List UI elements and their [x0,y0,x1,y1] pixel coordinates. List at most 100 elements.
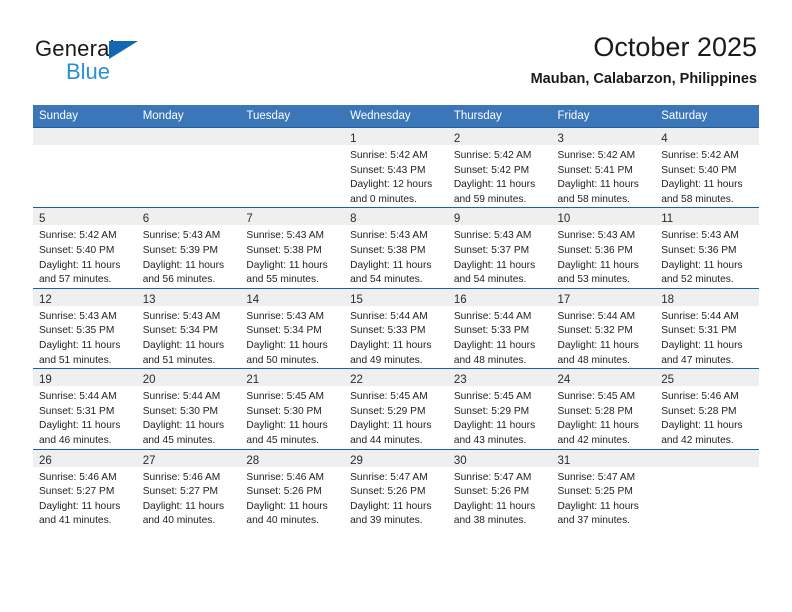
calendar-day-cell[interactable]: 9 Sunrise: 5:43 AM Sunset: 5:37 PM Daylight… [447,207,552,289]
calendar-day-cell[interactable]: 28 Sunrise: 5:46 AM Sunset: 5:26 PM Dayligh… [240,448,345,529]
day-detail-line: and 46 minutes. [39,434,112,446]
day-detail-line: Sunset: 5:30 PM [246,405,322,417]
day-details: Sunrise: 5:45 AM Sunset: 5:30 PM Daylight:… [240,386,344,448]
calendar-day-cell[interactable]: 10 Sunrise: 5:43 AM Sunset: 5:36 PM Dayligh… [551,207,656,289]
calendar-header-row: Sunday Monday Tuesday Wednesday Thursday Frid… [33,105,759,128]
day-number-strip: 29 [344,449,448,467]
day-details: Sunrise: 5:45 AM Sunset: 5:29 PM Daylight:… [344,386,448,448]
calendar-day-cell[interactable]: 20 Sunrise: 5:44 AM Sunset: 5:30 PM Dayligh… [136,368,241,449]
calendar-day-cell[interactable]: 31 Sunrise: 5:47 AM Sunset: 5:25 PM Dayligh… [551,448,656,529]
day-details: Sunrise: 5:44 AM Sunset: 5:31 PM Daylight:… [655,306,759,368]
day-number-strip: 17 [551,288,656,306]
day-detail-line: Sunset: 5:36 PM [557,244,633,256]
calendar-week-row: 1 Sunrise: 5:42 AM Sunset: 5:43 PM Daylight… [33,126,759,208]
day-number-strip: 7 [240,208,345,226]
calendar-day-cell[interactable]: 15 Sunrise: 5:44 AM Sunset: 5:33 PM Dayligh… [344,287,448,369]
day-details: Sunrise: 5:43 AM Sunset: 5:34 PM Daylight:… [240,306,344,368]
day-number: 9 [453,213,461,226]
calendar-day-cell[interactable]: 6 Sunrise: 5:43 AM Sunset: 5:39 PM Daylight… [136,207,241,289]
day-detail-line: Sunset: 5:41 PM [557,164,633,176]
weekday-header-wednesday: Wednesday [344,105,448,128]
calendar-day-cell[interactable]: 2 Sunrise: 5:42 AM Sunset: 5:42 PM Daylight… [447,126,552,208]
day-details: Sunrise: 5:45 AM Sunset: 5:28 PM Daylight:… [552,386,656,448]
day-number-strip: 31 [551,449,656,467]
calendar-day-cell[interactable]: 19 Sunrise: 5:44 AM Sunset: 5:31 PM Dayligh… [33,368,137,449]
calendar-day-cell[interactable]: 13 Sunrise: 5:43 AM Sunset: 5:34 PM Dayligh… [136,287,241,369]
calendar-day-cell[interactable]: 1 Sunrise: 5:42 AM Sunset: 5:43 PM Daylight… [344,126,448,208]
calendar-day-cell[interactable]: 7 Sunrise: 5:43 AM Sunset: 5:38 PM Daylight… [240,207,345,289]
day-number-strip: 12 [33,288,137,306]
calendar-day-cell[interactable]: 23 Sunrise: 5:45 AM Sunset: 5:29 PM Dayligh… [447,368,552,449]
day-detail-line: Sunset: 5:33 PM [350,325,426,337]
empty-day-strip [655,449,759,467]
weekday-header-saturday: Saturday [655,105,759,128]
day-detail-line: Sunset: 5:34 PM [142,325,219,337]
day-detail-line: and 39 minutes. [350,515,423,527]
calendar-week-row: 12 Sunrise: 5:43 AM Sunset: 5:35 PM Dayligh… [33,287,759,369]
calendar-day-cell[interactable]: 21 Sunrise: 5:45 AM Sunset: 5:30 PM Dayligh… [240,368,345,449]
calendar-day-cell[interactable]: 16 Sunrise: 5:44 AM Sunset: 5:33 PM Dayligh… [447,287,552,369]
day-detail-line: Daylight: 11 hours [453,339,536,351]
empty-day-strip [33,128,137,145]
calendar-day-cell[interactable]: 14 Sunrise: 5:43 AM Sunset: 5:34 PM Dayligh… [240,287,345,369]
day-detail-line: Daylight: 11 hours [246,339,328,351]
calendar-day-cell[interactable]: 22 Sunrise: 5:45 AM Sunset: 5:29 PM Dayligh… [344,368,448,449]
calendar-day-cell[interactable]: 17 Sunrise: 5:44 AM Sunset: 5:32 PM Dayligh… [551,287,656,369]
day-detail-line: and 49 minutes. [350,354,423,366]
day-number: 23 [453,374,467,387]
calendar-day-cell[interactable]: 4 Sunrise: 5:42 AM Sunset: 5:40 PM Daylight… [655,126,759,208]
day-number-strip: 30 [447,449,552,467]
calendar-day-cell[interactable]: 5 Sunrise: 5:42 AM Sunset: 5:40 PM Daylight… [33,207,137,289]
calendar-day-cell[interactable]: 8 Sunrise: 5:43 AM Sunset: 5:38 PM Daylight… [344,207,448,289]
day-detail-line: Sunrise: 5:43 AM [453,230,532,242]
calendar-day-cell[interactable]: 25 Sunrise: 5:46 AM Sunset: 5:28 PM Dayligh… [655,368,759,449]
calendar-day-cell[interactable]: 3 Sunrise: 5:42 AM Sunset: 5:41 PM Daylight… [551,126,656,208]
day-detail-line: and 54 minutes. [350,274,423,286]
empty-day-strip [240,128,345,145]
day-detail-line: Daylight: 11 hours [246,259,328,271]
day-detail-line: Sunset: 5:25 PM [557,486,633,498]
day-detail-line: Daylight: 11 hours [39,339,121,351]
calendar-day-cell[interactable]: 26 Sunrise: 5:46 AM Sunset: 5:27 PM Dayligh… [33,448,137,529]
day-detail-line: Sunset: 5:26 PM [246,486,322,498]
day-detail-line: Sunset: 5:33 PM [453,325,530,337]
day-details: Sunrise: 5:47 AM Sunset: 5:26 PM Daylight:… [344,467,448,529]
calendar-week-row: 19 Sunrise: 5:44 AM Sunset: 5:31 PM Dayligh… [33,368,759,449]
day-detail-line: Sunset: 5:38 PM [246,244,322,256]
day-detail-line: Daylight: 11 hours [350,500,432,512]
day-detail-line: Daylight: 12 hours [350,179,433,191]
day-detail-line: Sunset: 5:31 PM [661,325,737,337]
day-number: 5 [39,213,46,226]
day-detail-line: Sunset: 5:32 PM [557,325,633,337]
page-header: General Blue October 2025 Mauban, Calaba… [0,0,792,104]
calendar-table: Sunday Monday Tuesday Wednesday Thursday Frid… [33,105,759,529]
day-details: Sunrise: 5:47 AM Sunset: 5:25 PM Daylight:… [552,467,656,529]
calendar-day-cell[interactable]: 24 Sunrise: 5:45 AM Sunset: 5:28 PM Dayligh… [551,368,656,449]
day-detail-line: Sunrise: 5:43 AM [557,230,636,242]
day-number-strip: 5 [33,208,137,226]
weekday-header-tuesday: Tuesday [240,105,345,128]
day-detail-line: Sunset: 5:30 PM [142,405,219,417]
day-detail-line: and 45 minutes. [142,434,216,446]
day-detail-line: and 41 minutes. [39,515,112,527]
day-detail-line: Sunrise: 5:43 AM [661,230,739,242]
weekday-header-monday: Monday [136,105,241,128]
day-detail-line: Daylight: 11 hours [557,420,639,432]
day-detail-line: Sunrise: 5:43 AM [39,310,117,322]
calendar-page: General Blue October 2025 Mauban, Calaba… [0,0,792,612]
day-detail-line: and 54 minutes. [453,274,527,286]
calendar-day-cell[interactable]: 29 Sunrise: 5:47 AM Sunset: 5:26 PM Dayligh… [344,448,448,529]
calendar-day-cell[interactable]: 30 Sunrise: 5:47 AM Sunset: 5:26 PM Dayligh… [447,448,552,529]
day-detail-line: Sunrise: 5:42 AM [453,150,532,161]
calendar-day-cell[interactable]: 12 Sunrise: 5:43 AM Sunset: 5:35 PM Dayligh… [33,287,137,369]
day-detail-line: Sunrise: 5:46 AM [246,471,324,483]
day-detail-line: Sunrise: 5:43 AM [142,230,221,242]
day-detail-line: and 42 minutes. [557,434,631,446]
calendar-day-cell[interactable]: 18 Sunrise: 5:44 AM Sunset: 5:31 PM Dayligh… [655,287,759,369]
day-detail-line: Daylight: 11 hours [661,420,743,432]
weekday-header-thursday: Thursday [447,105,552,128]
calendar-day-cell[interactable]: 11 Sunrise: 5:43 AM Sunset: 5:36 PM Dayligh… [655,207,759,289]
calendar-day-cell[interactable]: 27 Sunrise: 5:46 AM Sunset: 5:27 PM Dayligh… [136,448,241,529]
day-detail-line: Sunrise: 5:44 AM [142,391,221,403]
general-blue-logo[interactable]: General Blue [35,36,215,88]
